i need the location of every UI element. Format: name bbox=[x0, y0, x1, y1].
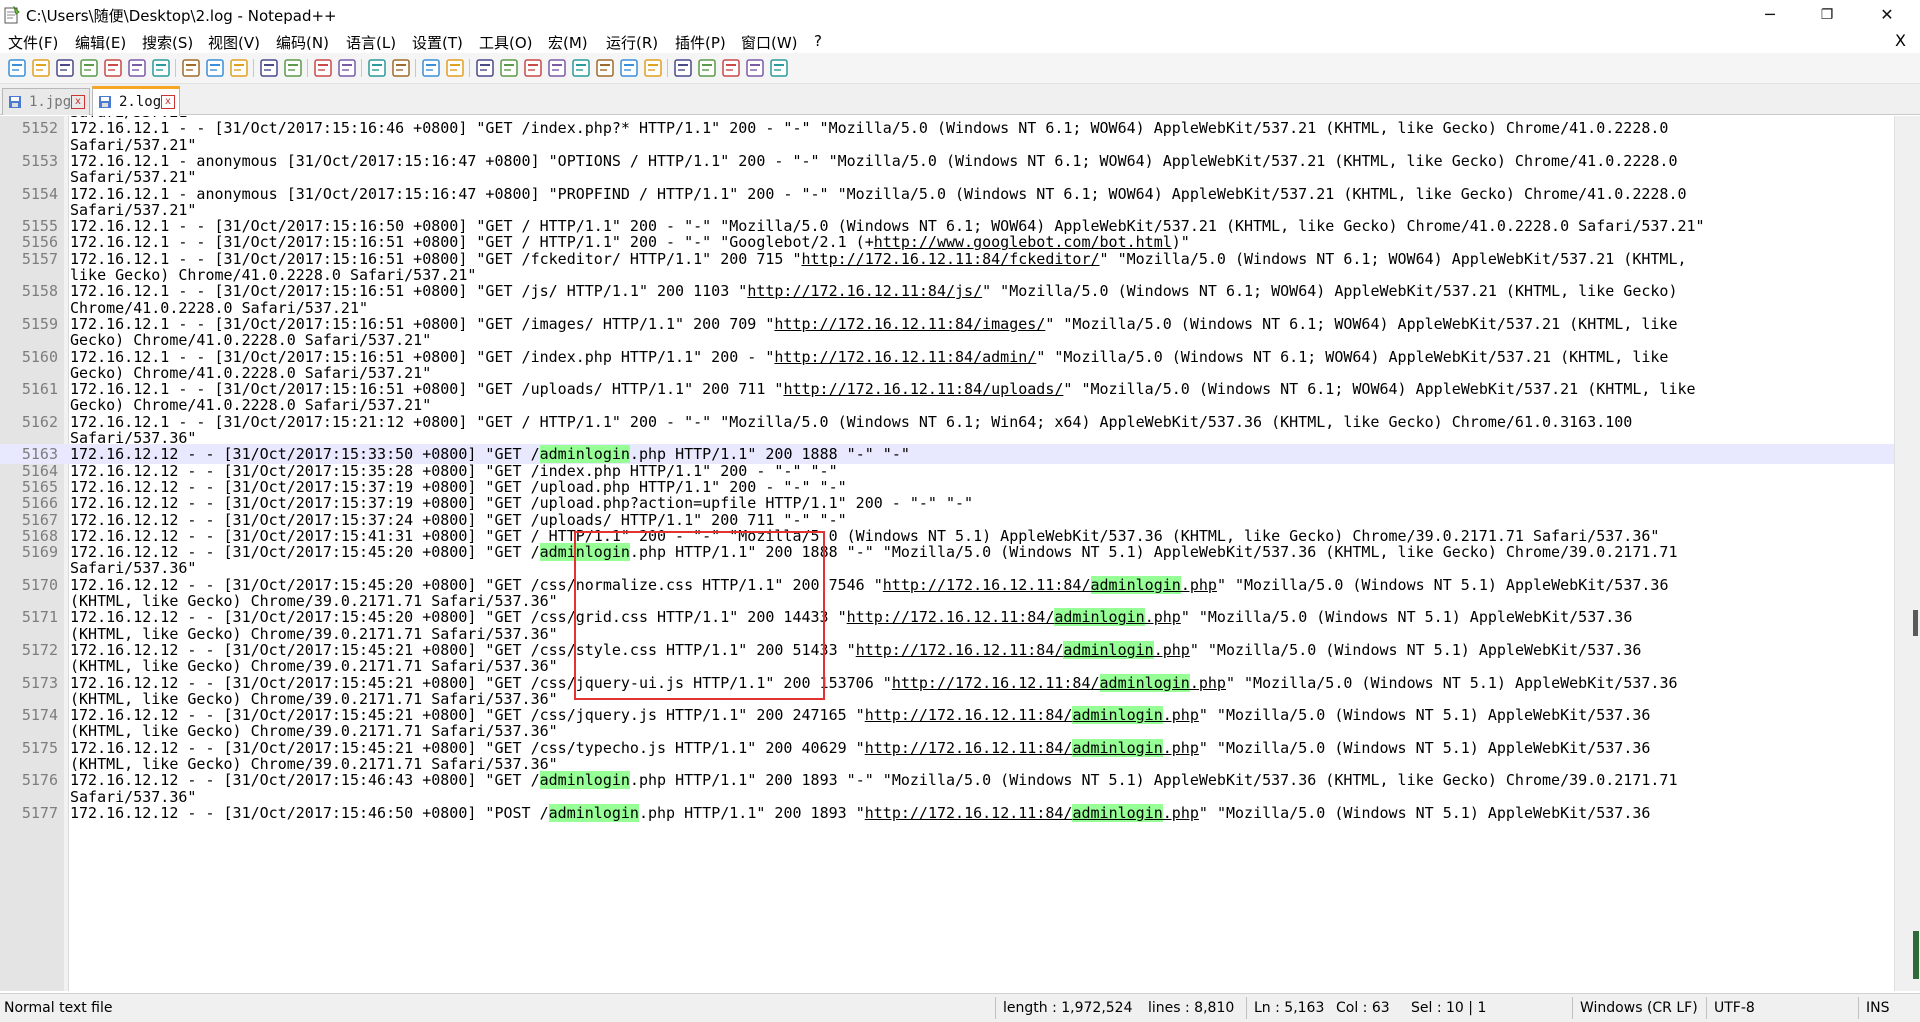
status-divider bbox=[995, 997, 996, 1019]
text-line[interactable]: 5177 172.16.12.12 - - [31/Oct/2017:15:46:… bbox=[0, 803, 1895, 823]
word-wrap-icon[interactable] bbox=[474, 57, 496, 79]
user-language-icon[interactable] bbox=[546, 57, 568, 79]
menu-settings[interactable]: 设置(T) bbox=[412, 32, 463, 53]
print-icon[interactable] bbox=[150, 57, 172, 79]
toolbar-separator bbox=[253, 59, 254, 77]
play-macro-icon[interactable] bbox=[720, 57, 742, 79]
menu-view[interactable]: 视图(V) bbox=[208, 32, 260, 53]
tab-label: 2.log bbox=[119, 94, 162, 110]
save-all-icon[interactable] bbox=[78, 57, 100, 79]
tab-close-button[interactable]: x bbox=[71, 95, 85, 109]
run-macro-multiple-icon[interactable] bbox=[744, 57, 766, 79]
find-icon[interactable] bbox=[312, 57, 334, 79]
search-highlight: adminlogin bbox=[1072, 803, 1163, 822]
status-file-type: Normal text file bbox=[4, 1000, 113, 1016]
status-col: Col : 63 bbox=[1336, 1000, 1390, 1016]
redo-icon[interactable] bbox=[282, 57, 304, 79]
status-encoding: UTF-8 bbox=[1714, 1000, 1755, 1016]
new-file-icon[interactable] bbox=[6, 57, 28, 79]
saved-file-icon bbox=[99, 96, 111, 108]
indent-guide-icon[interactable] bbox=[522, 57, 544, 79]
status-insert-mode: INS bbox=[1866, 1000, 1890, 1016]
tab-1-jpg[interactable]: 1.jpg x bbox=[2, 88, 90, 115]
doc-map-icon[interactable] bbox=[570, 57, 592, 79]
menu-search[interactable]: 搜索(S) bbox=[142, 32, 193, 53]
open-file-icon[interactable] bbox=[30, 57, 52, 79]
function-list-icon[interactable] bbox=[594, 57, 616, 79]
record-macro-icon[interactable] bbox=[672, 57, 694, 79]
toolbar-separator bbox=[415, 59, 416, 77]
show-all-chars-icon[interactable] bbox=[498, 57, 520, 79]
title-bar: C:\Users\随便\Desktop\2.log - Notepad++ ─ … bbox=[0, 0, 1920, 30]
monitor-icon[interactable] bbox=[642, 57, 664, 79]
folder-workspace-icon[interactable] bbox=[618, 57, 640, 79]
undo-icon[interactable] bbox=[258, 57, 280, 79]
menu-bar: 文件(F) 编辑(E) 搜索(S) 视图(V) 编码(N) 语言(L) 设置(T… bbox=[0, 30, 1920, 52]
menu-plugins[interactable]: 插件(P) bbox=[675, 32, 726, 53]
menu-language[interactable]: 语言(L) bbox=[346, 32, 396, 53]
status-sel: Sel : 10 | 1 bbox=[1411, 1000, 1487, 1016]
minimize-button[interactable]: ─ bbox=[1740, 0, 1800, 30]
tab-label: 1.jpg bbox=[29, 94, 72, 110]
saved-file-icon bbox=[9, 96, 21, 108]
scrollbar-marker bbox=[1913, 931, 1919, 979]
stop-macro-icon[interactable] bbox=[696, 57, 718, 79]
toolbar-separator bbox=[175, 59, 176, 77]
toolbar-separator bbox=[469, 59, 470, 77]
menu-macro[interactable]: 宏(M) bbox=[548, 32, 588, 53]
zoom-out-icon[interactable] bbox=[390, 57, 412, 79]
window-title: C:\Users\随便\Desktop\2.log - Notepad++ bbox=[26, 7, 337, 25]
menu-file[interactable]: 文件(F) bbox=[8, 32, 58, 53]
scrollbar-thumb[interactable] bbox=[1913, 610, 1918, 636]
status-divider bbox=[1246, 997, 1247, 1019]
tab-close-button[interactable]: x bbox=[161, 95, 175, 109]
menu-run[interactable]: 运行(R) bbox=[606, 32, 658, 53]
close-icon[interactable] bbox=[102, 57, 124, 79]
menu-edit[interactable]: 编辑(E) bbox=[75, 32, 126, 53]
menu-help[interactable]: ? bbox=[814, 32, 822, 50]
sync-horizontal-icon[interactable] bbox=[444, 57, 466, 79]
copy-icon[interactable] bbox=[204, 57, 226, 79]
toolbar bbox=[0, 53, 1920, 84]
toolbar-separator bbox=[307, 59, 308, 77]
vertical-scrollbar[interactable] bbox=[1894, 116, 1920, 991]
line-text: 172.16.12.12 - - [31/Oct/2017:15:46:50 +… bbox=[70, 803, 1651, 822]
save-icon[interactable] bbox=[54, 57, 76, 79]
maximize-button[interactable]: ❐ bbox=[1797, 0, 1857, 30]
status-bar: Normal text file length : 1,972,524 line… bbox=[0, 993, 1920, 1022]
editor-pane[interactable]: Safari/537.21"5152172.16.12.1 - - [31/Oc… bbox=[0, 116, 1920, 991]
tab-2-log[interactable]: 2.log x bbox=[92, 86, 180, 117]
paste-icon[interactable] bbox=[228, 57, 250, 79]
cut-icon[interactable] bbox=[180, 57, 202, 79]
sync-vertical-icon[interactable] bbox=[420, 57, 442, 79]
line-number: 5177 bbox=[21, 803, 58, 822]
status-lines: lines : 8,810 bbox=[1148, 1000, 1235, 1016]
close-window-button[interactable]: ✕ bbox=[1857, 0, 1917, 30]
url-link[interactable]: http://172.16.12.11:84/adminlogin.php bbox=[865, 803, 1199, 822]
menu-window[interactable]: 窗口(W) bbox=[741, 32, 798, 53]
close-all-icon[interactable] bbox=[126, 57, 148, 79]
menu-encoding[interactable]: 编码(N) bbox=[276, 32, 329, 53]
menu-tools[interactable]: 工具(O) bbox=[479, 32, 533, 53]
close-document-button[interactable]: X bbox=[1895, 31, 1906, 50]
notepad-app-icon bbox=[4, 6, 20, 24]
status-eol: Windows (CR LF) bbox=[1580, 1000, 1698, 1016]
zoom-in-icon[interactable] bbox=[366, 57, 388, 79]
save-macro-icon[interactable] bbox=[768, 57, 790, 79]
status-length: length : 1,972,524 bbox=[1003, 1000, 1133, 1016]
status-divider bbox=[1706, 997, 1707, 1019]
status-ln: Ln : 5,163 bbox=[1254, 1000, 1325, 1016]
status-divider bbox=[1858, 997, 1859, 1019]
toolbar-separator bbox=[361, 59, 362, 77]
toolbar-separator bbox=[667, 59, 668, 77]
search-highlight: adminlogin bbox=[548, 803, 639, 822]
tab-bar: 1.jpg x 2.log x bbox=[0, 84, 1920, 117]
replace-icon[interactable] bbox=[336, 57, 358, 79]
status-divider bbox=[1572, 997, 1573, 1019]
